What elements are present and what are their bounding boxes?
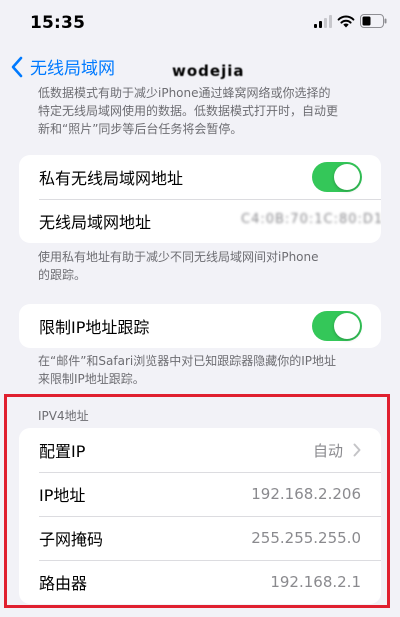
private-address-card: 私有无线局域网地址 无线局域网地址 C4:0B:70:1C:80:D1 (19, 155, 381, 243)
wifi-address-value: C4:0B:70:1C:80:D1 (241, 212, 381, 227)
subnet-mask-label: 子网掩码 (39, 530, 104, 549)
ipv4-section-header: IPV4地址 (38, 409, 89, 423)
low-data-note-line: 低数据模式有助于减少iPhone通过蜂窝网络或你选择的 (38, 86, 331, 100)
configure-ip-label: 配置IP (39, 442, 86, 461)
ip-address-value: 192.168.2.206 (251, 485, 361, 503)
ip-tracking-note-line: 在“邮件”和Safari浏览器中对已知跟踪器隐藏你的IP地址 (38, 354, 337, 368)
ip-tracking-note: 在“邮件”和Safari浏览器中对已知跟踪器隐藏你的IP地址 来限制IP地址跟踪… (38, 352, 382, 388)
toggle-knob (334, 313, 360, 339)
private-address-note: 使用私有地址有助于减少不同无线局域网间对iPhone 的跟踪。 (38, 248, 382, 284)
low-data-note: 低数据模式有助于减少iPhone通过蜂窝网络或你选择的 特定无线局域网使用的数据… (38, 84, 382, 138)
status-time: 15:35 (30, 13, 86, 33)
status-bar: 15:35 (0, 0, 400, 48)
ip-address-row: IP地址 192.168.2.206 (19, 472, 381, 516)
configure-ip-value: 自动 (312, 441, 343, 460)
ipv4-card: 配置IP 自动 IP地址 192.168.2.206 子网掩码 255.255.… (19, 428, 381, 604)
private-address-label: 私有无线局域网地址 (39, 169, 184, 188)
private-address-row: 私有无线局域网地址 (19, 155, 381, 199)
router-label: 路由器 (39, 574, 88, 593)
ip-tracking-card: 限制IP地址跟踪 (19, 304, 381, 348)
configure-ip-row[interactable]: 配置IP 自动 (19, 428, 381, 472)
chevron-right-icon (353, 443, 361, 457)
ip-tracking-label: 限制IP地址跟踪 (39, 318, 150, 337)
toggle-knob (334, 164, 360, 190)
wifi-address-row: 无线局域网地址 C4:0B:70:1C:80:D1 (19, 199, 381, 243)
private-address-toggle[interactable] (312, 162, 362, 192)
nav-bar: 无线局域网 wodejia (0, 52, 400, 86)
router-value: 192.168.2.1 (270, 573, 361, 591)
low-data-note-line: 特定无线局域网使用的数据。低数据模式打开时，自动更 (38, 104, 339, 118)
router-row: 路由器 192.168.2.1 (19, 560, 381, 604)
wifi-icon (337, 15, 355, 28)
back-button[interactable]: 无线局域网 (10, 54, 115, 79)
ip-address-label: IP地址 (39, 486, 86, 505)
low-data-note-line: 新和“照片”同步等后台任务将会暂停。 (38, 122, 243, 136)
ip-tracking-note-line: 来限制IP地址跟踪。 (38, 372, 145, 386)
private-address-note-line: 的跟踪。 (38, 268, 87, 282)
ip-tracking-row: 限制IP地址跟踪 (19, 304, 381, 348)
subnet-mask-value: 255.255.255.0 (251, 529, 361, 547)
chevron-left-icon (11, 56, 23, 77)
signal-icon (314, 15, 332, 28)
nav-title: wodejia (172, 62, 245, 80)
ip-tracking-toggle[interactable] (312, 311, 362, 341)
private-address-note-line: 使用私有地址有助于减少不同无线局域网间对iPhone (38, 250, 319, 264)
battery-icon (360, 14, 387, 28)
back-label: 无线局域网 (30, 59, 115, 79)
screen: 15:35 无线局域网 wodejia 低数据模式有助于减少iPhone通过蜂窝… (0, 0, 400, 617)
subnet-mask-row: 子网掩码 255.255.255.0 (19, 516, 381, 560)
